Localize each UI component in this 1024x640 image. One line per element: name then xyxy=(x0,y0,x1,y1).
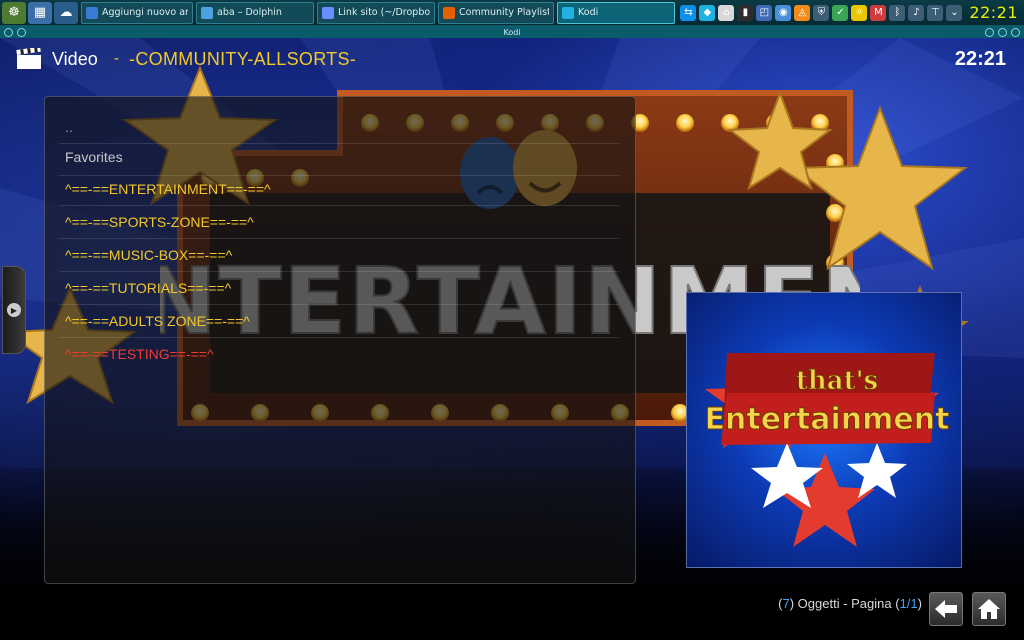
favorites-item[interactable]: Favorites xyxy=(65,149,123,165)
browser-icon xyxy=(86,6,98,19)
shopping-icon[interactable]: ⌂ xyxy=(718,4,735,21)
tray-icons: ⇆ ◆ ⌂ ▮ ◰ ◉ ◬ ⛨ ✓ ☼ M ᛒ ♪ ⊤ ⌄ xyxy=(680,4,963,21)
kodi-clock: 22:21 xyxy=(954,48,1006,70)
task-list: Aggiungi nuovo articol aba – Dolphin Link … xyxy=(78,1,680,24)
section-title: Video xyxy=(52,48,98,69)
kodi-header: Video - -COMMUNITY-ALLSORTS- xyxy=(16,48,356,70)
network-icon[interactable]: ⊤ xyxy=(927,4,944,21)
parent-folder-item[interactable]: .. xyxy=(65,119,73,135)
minimize-icon[interactable] xyxy=(985,27,994,37)
vlc-icon[interactable]: ◬ xyxy=(794,4,811,21)
firefox-icon xyxy=(443,6,455,19)
kodi-icon xyxy=(562,6,574,19)
cloud-icon[interactable]: ☁ xyxy=(54,1,78,24)
divider xyxy=(59,238,619,239)
list-item[interactable]: ^==-==TESTING==-==^ xyxy=(65,346,214,362)
breadcrumb-path: -COMMUNITY-ALLSORTS- xyxy=(129,48,357,69)
maximize-icon[interactable] xyxy=(998,27,1007,37)
kodi-tray-icon[interactable]: ◆ xyxy=(699,4,716,21)
back-button[interactable] xyxy=(929,592,963,626)
folder-icon xyxy=(201,6,213,19)
task-button[interactable]: Kodi xyxy=(557,1,675,24)
bluetooth-icon[interactable]: ᛒ xyxy=(889,4,906,21)
task-label: Aggiungi nuovo articol xyxy=(102,7,188,18)
divider xyxy=(59,175,619,176)
folder-thumbnail: that's Entertainment xyxy=(686,292,962,568)
launcher-group: ☸ ▦ ☁ xyxy=(0,1,78,24)
close-icon[interactable] xyxy=(1011,27,1020,37)
divider xyxy=(59,304,619,305)
updates-icon[interactable]: ✓ xyxy=(832,4,849,21)
pin-icon[interactable] xyxy=(17,27,26,37)
task-button[interactable]: aba – Dolphin xyxy=(196,1,314,24)
network-manager-icon[interactable]: ◉ xyxy=(775,4,792,21)
task-label: Kodi xyxy=(578,7,599,18)
thumb-line1: that's xyxy=(796,366,878,396)
arrow-right-icon: ▶ xyxy=(7,303,21,317)
objects-page-label: Oggetti - Pagina xyxy=(797,596,892,611)
task-button[interactable]: Aggiungi nuovo articol xyxy=(81,1,193,24)
list-item[interactable]: ^==-==ADULTS ZONE==-==^ xyxy=(65,313,250,329)
mail-icon[interactable]: M xyxy=(870,4,887,21)
breadcrumb-separator: - xyxy=(113,50,120,67)
task-label: Community Playlists per xyxy=(459,7,549,18)
shield-icon[interactable]: ⛨ xyxy=(813,4,830,21)
item-count-label: (7) Oggetti - Pagina (1/1) xyxy=(778,596,922,611)
divider xyxy=(59,271,619,272)
window-title: Kodi xyxy=(503,27,521,37)
divider xyxy=(59,143,619,144)
arrow-left-icon xyxy=(935,600,957,618)
home-icon xyxy=(978,599,1000,619)
volume-icon[interactable]: ♪ xyxy=(908,4,925,21)
task-button[interactable]: Community Playlists per xyxy=(438,1,554,24)
thats-entertainment-artwork: that's Entertainment xyxy=(704,353,950,547)
item-count: 7 xyxy=(782,596,790,611)
window-menu-icon[interactable] xyxy=(4,27,13,37)
home-button[interactable] xyxy=(972,592,1006,626)
kodi-window: ENTERTAINMENT Video xyxy=(0,38,1024,640)
task-button[interactable]: Link sito (~/Dropbox/SE xyxy=(317,1,435,24)
window-titlebar[interactable]: Kodi xyxy=(0,26,1024,38)
clapperboard-icon xyxy=(16,48,41,69)
file-list-panel: .. Favorites ^==-==ENTERTAINMENT==-==^ ^=… xyxy=(44,96,636,584)
expand-tray-icon[interactable]: ⌄ xyxy=(946,4,963,21)
system-tray: ⇆ ◆ ⌂ ▮ ◰ ◉ ◬ ⛨ ✓ ☼ M ᛒ ♪ ⊤ ⌄ 22:21 xyxy=(680,3,1024,22)
system-menu-icon[interactable]: ☸ xyxy=(2,1,26,24)
divider xyxy=(59,337,619,338)
text-editor-icon xyxy=(322,6,334,19)
list-item[interactable]: ^==-==ENTERTAINMENT==-==^ xyxy=(65,181,271,197)
weather-icon[interactable]: ☼ xyxy=(851,4,868,21)
system-taskbar: ☸▦☁ Aggiungi nuovo articol aba – Dolphin L… xyxy=(0,0,1024,26)
list-item[interactable]: ^==-==TUTORIALS==-==^ xyxy=(65,280,231,296)
task-label: aba – Dolphin xyxy=(217,7,282,18)
task-label: Link sito (~/Dropbox/SE xyxy=(338,7,430,18)
desktop-icon[interactable]: ▦ xyxy=(28,1,52,24)
list-item[interactable]: ^==-==SPORTS-ZONE==-==^ xyxy=(65,214,254,230)
screenshot-icon[interactable]: ◰ xyxy=(756,4,773,21)
divider xyxy=(59,205,619,206)
side-menu-tab[interactable]: ▶ xyxy=(2,266,26,354)
system-clock[interactable]: 22:21 xyxy=(969,3,1018,22)
thumb-line2: Entertainment xyxy=(705,402,950,437)
list-item[interactable]: ^==-==MUSIC-BOX==-==^ xyxy=(65,247,232,263)
terminal-icon[interactable]: ▮ xyxy=(737,4,754,21)
teamviewer-icon[interactable]: ⇆ xyxy=(680,4,697,21)
page-indicator: 1/1 xyxy=(899,596,918,611)
